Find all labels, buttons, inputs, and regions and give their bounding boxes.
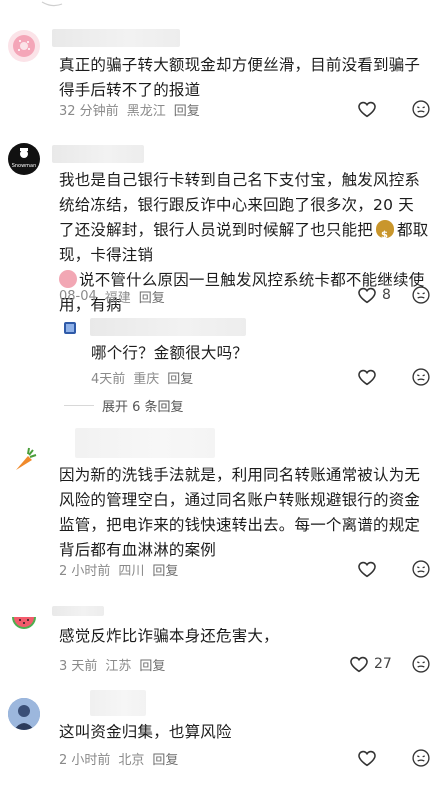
username-redacted[interactable] bbox=[90, 318, 246, 336]
username-redacted[interactable] bbox=[52, 145, 144, 163]
comment-time: 08-04 bbox=[59, 289, 97, 304]
dislike-face-icon[interactable] bbox=[411, 748, 431, 768]
comment-text: 感觉反炸比诈骗本身还危害大， bbox=[59, 627, 279, 645]
heart-icon bbox=[358, 750, 376, 767]
comment-location: 江苏 bbox=[105, 659, 132, 674]
expand-replies-label: 展开 6 条回复 bbox=[102, 400, 184, 415]
avatar[interactable] bbox=[8, 30, 40, 62]
comment-time: 2 小时前 bbox=[59, 753, 111, 768]
like-button[interactable] bbox=[356, 98, 378, 120]
avatar[interactable] bbox=[8, 698, 40, 730]
dislike-face-icon[interactable] bbox=[411, 654, 431, 674]
heart-icon bbox=[358, 101, 376, 118]
like-button[interactable]: 8 bbox=[356, 284, 391, 306]
username-redacted[interactable] bbox=[52, 606, 104, 616]
reply-button[interactable]: 回复 bbox=[152, 749, 178, 768]
comment-location: 福建 bbox=[104, 291, 131, 306]
reply-button[interactable]: 回复 bbox=[167, 368, 193, 387]
photo-avatar-icon bbox=[8, 698, 40, 730]
comment-location: 北京 bbox=[118, 753, 145, 768]
svg-text:Snowman: Snowman bbox=[12, 163, 37, 169]
like-button[interactable] bbox=[356, 558, 378, 580]
comment-location: 四川 bbox=[118, 564, 145, 579]
donut-icon bbox=[13, 35, 35, 57]
reply-meta: 4天前 重庆 回复 bbox=[91, 368, 193, 387]
reply-time: 4天前 bbox=[91, 372, 126, 387]
snowman-logo-icon: Snowman bbox=[12, 148, 37, 169]
dislike-face-icon[interactable] bbox=[411, 285, 431, 305]
like-button[interactable] bbox=[356, 747, 378, 769]
heart-icon bbox=[358, 561, 376, 578]
avatar[interactable] bbox=[8, 444, 40, 476]
avatar[interactable] bbox=[8, 605, 40, 637]
comment-time: 3 天前 bbox=[59, 659, 98, 674]
carrot-icon bbox=[16, 447, 37, 470]
like-count: 8 bbox=[382, 287, 391, 303]
comment-meta: 2 小时前 北京 回复 bbox=[59, 749, 178, 768]
like-button[interactable] bbox=[356, 366, 378, 388]
comment-text-part: 我也是自己银行卡转到自己名下支付宝，触发风控系统给冻结，银行跟反诈中心来回跑了很… bbox=[59, 171, 421, 239]
comment-meta: 32 分钟前 黑龙江 回复 bbox=[59, 100, 200, 119]
like-count: 27 bbox=[374, 656, 392, 672]
comment-text: 真正的骗子转大额现金却方便丝滑，目前没看到骗子得手后转不了的报道 bbox=[59, 56, 421, 99]
dislike-face-icon[interactable] bbox=[411, 367, 431, 387]
comment-time: 32 分钟前 bbox=[59, 104, 119, 119]
comment-time: 2 小时前 bbox=[59, 564, 111, 579]
watermelon-icon bbox=[12, 617, 36, 629]
username-redacted[interactable] bbox=[75, 428, 215, 458]
reply-button[interactable]: 回复 bbox=[139, 655, 165, 674]
username-redacted[interactable] bbox=[90, 690, 146, 716]
top-divider bbox=[41, 1, 63, 7]
reply-location: 重庆 bbox=[133, 372, 160, 387]
avatar[interactable]: Snowman bbox=[8, 143, 40, 175]
comment-meta: 2 小时前 四川 回复 bbox=[59, 560, 178, 579]
expand-replies-button[interactable]: 展开 6 条回复 bbox=[64, 396, 184, 415]
comment-meta: 3 天前 江苏 回复 bbox=[59, 655, 165, 674]
dislike-face-icon[interactable] bbox=[411, 99, 431, 119]
comment-text: 因为新的洗钱手法就是，利用同名转账通常被认为无风险的管理空白，通过同名账户转账规… bbox=[59, 466, 421, 559]
reply-text: 哪个行？金额很大吗？ bbox=[91, 344, 249, 362]
comment-meta: 08-04 福建 回复 bbox=[59, 287, 165, 306]
like-button[interactable]: 27 bbox=[348, 653, 392, 675]
reply-button[interactable]: 回复 bbox=[174, 100, 200, 119]
comment-text: 这叫资金归集，也算风险 bbox=[59, 723, 232, 741]
heart-icon bbox=[358, 287, 376, 304]
username-redacted[interactable] bbox=[52, 29, 180, 47]
crying-face-emoji-icon bbox=[59, 270, 77, 288]
reply-button[interactable]: 回复 bbox=[152, 560, 178, 579]
expand-divider bbox=[64, 405, 94, 406]
book-avatar-icon[interactable] bbox=[63, 321, 77, 335]
money-bag-emoji-icon: $ bbox=[376, 220, 395, 241]
comment-location: 黑龙江 bbox=[126, 104, 166, 119]
reply-button[interactable]: 回复 bbox=[139, 287, 165, 306]
heart-icon bbox=[358, 369, 376, 386]
dislike-face-icon[interactable] bbox=[411, 559, 431, 579]
heart-icon bbox=[350, 656, 368, 673]
